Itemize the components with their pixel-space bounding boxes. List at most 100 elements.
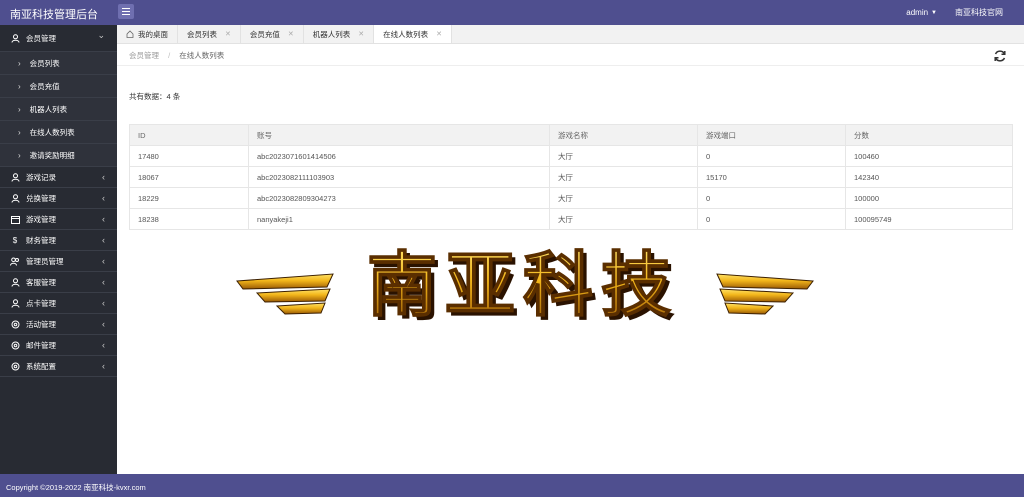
chevron-right-icon: ›: [18, 127, 21, 137]
sidebar-item-online-list[interactable]: › 在线人数列表: [0, 121, 117, 144]
breadcrumb: 会员管理 / 在线人数列表: [129, 50, 224, 61]
cell-score: 100095749: [845, 208, 1013, 230]
sidebar-group-label: 点卡管理: [26, 298, 56, 308]
column-header-id: ID: [129, 124, 249, 146]
chevron-left-icon: ‹: [102, 172, 105, 182]
chevron-right-icon: ›: [18, 104, 21, 114]
chevron-right-icon: ›: [18, 81, 21, 91]
sidebar-group-system[interactable]: 系统配置 ‹: [0, 356, 117, 377]
cell-id: 17480: [129, 145, 249, 167]
sidebar-group-label: 游戏记录: [26, 172, 56, 182]
sidebar-group-activities[interactable]: 活动管理 ‹: [0, 314, 117, 335]
group-icon: [10, 256, 20, 266]
breadcrumb-current: 在线人数列表: [179, 51, 225, 60]
cell-score: 142340: [845, 166, 1013, 188]
close-icon[interactable]: ✕: [358, 30, 364, 38]
sidebar-group-games[interactable]: 游戏管理 ‹: [0, 209, 117, 230]
support-icon: [10, 277, 20, 287]
cell-score: 100000: [845, 187, 1013, 209]
chevron-left-icon: ‹: [102, 361, 105, 371]
calendar-icon: [10, 214, 20, 224]
top-header: 南亚科技管理后台 admin ▼ 南亚科技官网: [0, 0, 1024, 25]
cell-id: 18067: [129, 166, 249, 188]
logo-text: 南亚科技: [367, 244, 679, 326]
cell-account: abc2023082111103903: [248, 166, 550, 188]
cell-score: 100460: [845, 145, 1013, 167]
sidebar-group-label: 活动管理: [26, 319, 56, 329]
tab-online-list[interactable]: 在线人数列表 ✕: [374, 25, 452, 43]
chevron-right-icon: ›: [18, 58, 21, 68]
caret-down-icon: ▼: [931, 9, 937, 16]
sidebar-item-invite-rewards[interactable]: › 邀请奖励明细: [0, 144, 117, 167]
refresh-button[interactable]: [993, 49, 1007, 63]
sidebar-group-game-records[interactable]: 游戏记录 ‹: [0, 167, 117, 188]
sidebar-group-exchange[interactable]: 兑换管理 ‹: [0, 188, 117, 209]
sidebar-item-label: 机器人列表: [29, 104, 68, 114]
sidebar-group-cards[interactable]: 点卡管理 ‹: [0, 293, 117, 314]
refresh-icon: [994, 50, 1006, 62]
app-title: 南亚科技管理后台: [10, 9, 98, 21]
sidebar-toggle-button[interactable]: [118, 4, 134, 19]
close-icon[interactable]: ✕: [225, 30, 231, 38]
sidebar-item-robot-list[interactable]: › 机器人列表: [0, 98, 117, 121]
cell-game-name: 大厅: [549, 208, 698, 230]
chevron-left-icon: ‹: [102, 256, 105, 266]
sidebar-group-label: 邮件管理: [26, 340, 56, 350]
sidebar-item-member-recharge[interactable]: › 会员充值: [0, 75, 117, 98]
cell-account: abc2023082809304273: [248, 187, 550, 209]
cell-game-port: 0: [697, 208, 846, 230]
chevron-left-icon: ‹: [102, 214, 105, 224]
cell-game-port: 0: [697, 145, 846, 167]
site-link[interactable]: 南亚科技官网: [955, 7, 1003, 18]
table-row: 18229 abc2023082809304273 大厅 0 100000: [129, 187, 1013, 209]
dollar-icon: $: [12, 235, 18, 245]
online-users-table: ID 账号 游戏名称 游戏端口 分数 17480 abc202307160141…: [129, 124, 1013, 230]
cell-game-name: 大厅: [549, 145, 698, 167]
sidebar-group-support[interactable]: 客服管理 ‹: [0, 272, 117, 293]
sidebar-group-mail[interactable]: 邮件管理 ‹: [0, 335, 117, 356]
cell-game-port: 15170: [697, 166, 846, 188]
chevron-down-icon: ⌄: [97, 30, 105, 40]
user-menu[interactable]: admin ▼: [906, 7, 937, 18]
sidebar-item-label: 在线人数列表: [29, 127, 75, 137]
cell-account: abc2023071601414506: [248, 145, 550, 167]
sidebar-group-finance[interactable]: $ 财务管理 ‹: [0, 230, 117, 251]
tab-my-desktop[interactable]: 我的桌面: [117, 25, 178, 43]
tab-label: 我的桌面: [138, 29, 168, 39]
footer: Copyright ©2019-2022 南亚科技-kvxr.com: [0, 474, 1024, 497]
chevron-left-icon: ‹: [102, 277, 105, 287]
username: admin: [906, 8, 929, 17]
chevron-left-icon: ‹: [102, 319, 105, 329]
cell-account: nanyakeji1: [248, 208, 550, 230]
tab-member-recharge[interactable]: 会员充值 ✕: [241, 25, 304, 43]
table-row: 17480 abc2023071601414506 大厅 0 100460: [129, 145, 1013, 167]
sidebar-group-members[interactable]: 会员管理 ⌄: [0, 25, 117, 52]
menu-icon: [122, 8, 130, 15]
table-row: 18238 nanyakeji1 大厅 0 100095749: [129, 208, 1013, 230]
sidebar-group-label: 客服管理: [26, 277, 56, 287]
sidebar: 会员管理 ⌄ › 会员列表 › 会员充值 › 机器人列表 › 在线人数列表 › …: [0, 25, 117, 474]
chevron-left-icon: ‹: [102, 340, 105, 350]
tab-robot-list[interactable]: 机器人列表 ✕: [304, 25, 375, 43]
column-header-game-port: 游戏端口: [697, 124, 846, 146]
sidebar-item-member-list[interactable]: › 会员列表: [0, 52, 117, 75]
user-icon: [10, 33, 20, 43]
cell-game-port: 0: [697, 187, 846, 209]
tab-label: 在线人数列表: [383, 29, 429, 39]
tab-member-list[interactable]: 会员列表 ✕: [178, 25, 241, 43]
close-icon[interactable]: ✕: [288, 30, 294, 38]
chevron-right-icon: ›: [18, 150, 21, 160]
user-icon: [10, 172, 20, 182]
breadcrumb-parent[interactable]: 会员管理: [129, 51, 159, 60]
settings-icon: [10, 361, 20, 371]
chevron-left-icon: ‹: [102, 193, 105, 203]
copyright-text: Copyright ©2019-2022 南亚科技-kvxr.com: [6, 483, 146, 492]
sidebar-group-admins[interactable]: 管理员管理 ‹: [0, 251, 117, 272]
chevron-left-icon: ‹: [102, 298, 105, 308]
divider: [117, 65, 1024, 66]
winged-logo-icon: 南亚科技 南亚科技: [236, 243, 814, 330]
tab-label: 机器人列表: [312, 29, 351, 39]
sidebar-group-label: 管理员管理: [26, 256, 64, 266]
chevron-left-icon: ‹: [102, 235, 105, 245]
close-icon[interactable]: ✕: [436, 30, 442, 38]
